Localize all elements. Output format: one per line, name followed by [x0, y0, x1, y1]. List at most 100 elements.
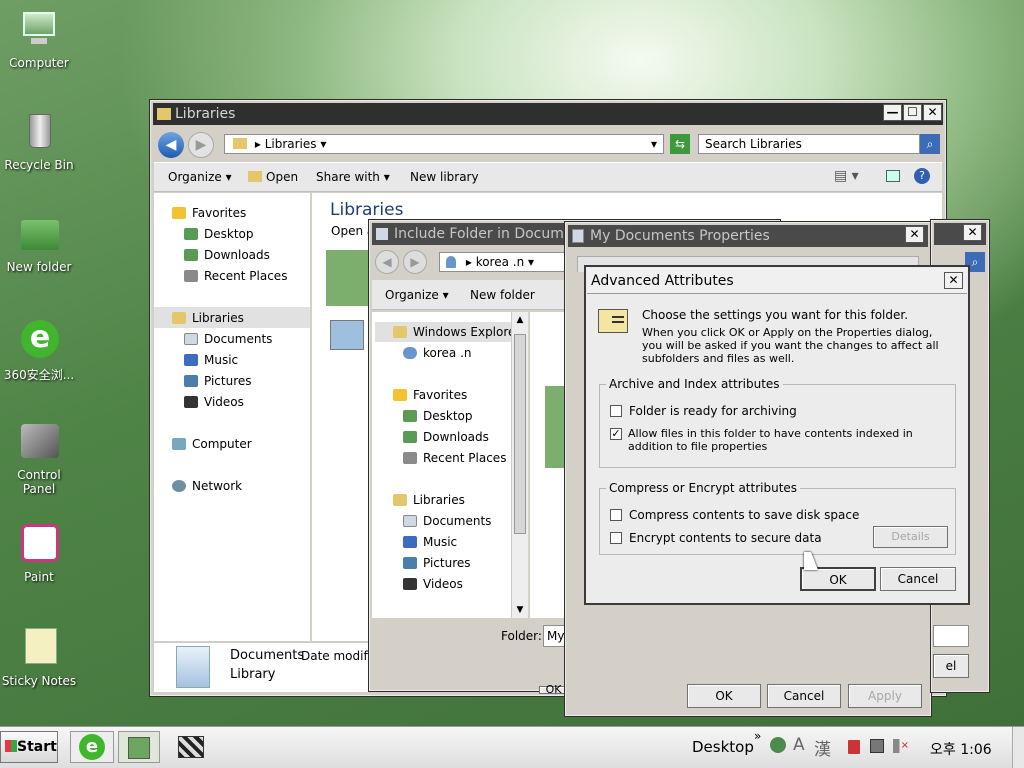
close-button[interactable]: ✕	[923, 104, 942, 121]
apply-button[interactable]: Apply	[848, 684, 922, 708]
tree-documents[interactable]: Documents	[403, 514, 491, 528]
forward-button[interactable]: ▶	[403, 250, 427, 274]
nav-recent-places[interactable]: Recent Places	[184, 269, 287, 283]
index-checkbox-row[interactable]: ✓ Allow files in this folder to have con…	[610, 427, 952, 453]
tree-favorites[interactable]: Favorites	[393, 388, 467, 402]
details-button[interactable]: Details	[873, 526, 948, 548]
ok-button[interactable]: OK	[800, 567, 876, 591]
nav-documents[interactable]: Documents	[184, 332, 272, 346]
help-icon[interactable]: ?	[914, 168, 930, 184]
explorer-title: Libraries	[175, 106, 236, 122]
tree-pictures[interactable]: Pictures	[403, 556, 471, 570]
desktop-icon-paint[interactable]: Paint	[0, 522, 78, 584]
open-button[interactable]: Open	[248, 170, 298, 184]
advanced-title-bar[interactable]: Advanced Attributes	[587, 268, 967, 294]
breadcrumb[interactable]: Libraries	[265, 137, 317, 151]
search-icon[interactable]: ⌕	[920, 134, 940, 154]
ime-mode-a[interactable]: A	[793, 735, 805, 755]
explorer-title-bar[interactable]: Libraries	[153, 103, 943, 125]
desktop-icon-recycle-bin[interactable]: Recycle Bin	[0, 110, 78, 172]
view-options-icon[interactable]: ▤ ▾	[834, 168, 859, 184]
desktop-icon-label: Control Panel	[17, 468, 61, 496]
ok-button[interactable]: OK	[687, 684, 761, 708]
tree-recent-places[interactable]: Recent Places	[403, 451, 506, 465]
archive-checkbox[interactable]	[610, 405, 622, 417]
desktop-icon-sticky-notes[interactable]: Sticky Notes	[0, 626, 78, 688]
address-dropdown-icon[interactable]: ▾	[651, 135, 657, 153]
share-with-button[interactable]: Share with ▾	[316, 170, 390, 184]
folder-label: Folder:	[501, 629, 542, 643]
chevron-down-icon: ▾	[320, 137, 327, 151]
language-icon[interactable]	[770, 737, 786, 753]
new-library-button[interactable]: New library	[410, 170, 479, 184]
documents-library-icon[interactable]	[326, 250, 370, 306]
desktop-icon-control-panel[interactable]: Control Panel	[0, 420, 78, 496]
action-center-icon[interactable]	[848, 740, 860, 754]
toolbar-chevron-icon[interactable]: »	[754, 729, 761, 743]
address-bar[interactable]: ▸ korea .n ▾	[439, 252, 569, 272]
ime-mode-hanja[interactable]: 漢	[814, 735, 831, 760]
taskbar-explorer-button[interactable]	[118, 731, 160, 763]
preview-pane-icon[interactable]	[886, 170, 900, 182]
index-checkbox[interactable]: ✓	[610, 428, 622, 440]
nav-music[interactable]: Music	[184, 353, 238, 367]
cancel-button[interactable]: Cancel	[880, 567, 956, 591]
nav-videos[interactable]: Videos	[184, 395, 244, 409]
tree-libraries[interactable]: Libraries	[393, 493, 465, 507]
tree-videos[interactable]: Videos	[403, 577, 463, 591]
tree-scrollbar[interactable]: ▲ ▼	[511, 312, 528, 618]
tree-windows-explorer[interactable]: Windows Explorer	[393, 325, 520, 339]
volume-muted-icon[interactable]: ×	[893, 739, 909, 753]
show-desktop-button[interactable]	[1012, 727, 1024, 768]
start-button[interactable]: Start	[0, 731, 58, 763]
new-folder-button[interactable]: New folder	[470, 288, 535, 302]
tree-music[interactable]: Music	[403, 535, 457, 549]
back-button[interactable]: ◀	[375, 250, 399, 274]
desktop-icon-new-folder[interactable]: New folder	[0, 212, 78, 274]
maximize-button[interactable]: ☐	[903, 104, 922, 121]
address-bar[interactable]: ▸ Libraries ▾ ▾	[224, 134, 664, 154]
pictures-library-icon[interactable]	[330, 320, 364, 350]
nav-computer[interactable]: Computer	[172, 437, 252, 451]
cancel-button[interactable]: Cancel	[767, 684, 841, 708]
desktop-toolbar[interactable]: Desktop	[692, 738, 754, 756]
close-button[interactable]: ✕	[944, 272, 963, 289]
nav-desktop[interactable]: Desktop	[184, 227, 254, 241]
network-icon	[172, 480, 186, 492]
compress-checkbox-row[interactable]: Compress contents to save disk space	[610, 508, 859, 522]
background-cancel-button[interactable]: el	[933, 654, 969, 678]
desktop-icon-label: Paint	[24, 570, 54, 584]
organize-button[interactable]: Organize ▾	[168, 170, 232, 184]
search-input[interactable]: Search Libraries	[698, 134, 920, 154]
close-button[interactable]: ✕	[963, 224, 982, 241]
close-button[interactable]: ✕	[905, 226, 924, 243]
network-tray-icon[interactable]	[870, 739, 884, 753]
background-input[interactable]	[933, 625, 969, 647]
encrypt-checkbox-row[interactable]: Encrypt contents to secure data	[610, 531, 822, 545]
desktop-icon-computer[interactable]: Computer	[0, 8, 78, 70]
nav-downloads[interactable]: Downloads	[184, 248, 270, 262]
browser-e-icon: e	[17, 318, 61, 362]
forward-button[interactable]: ▶	[188, 132, 214, 158]
properties-title-bar[interactable]: My Documents Properties	[568, 225, 928, 247]
taskbar-media-button[interactable]	[170, 731, 212, 763]
back-button[interactable]: ◀	[158, 132, 184, 158]
desktop-icon-360[interactable]: e 360安全浏...	[0, 318, 78, 383]
clock[interactable]: 오후 1:06	[930, 739, 992, 759]
sticky-notes-icon	[17, 626, 61, 670]
nav-libraries[interactable]: Libraries	[172, 311, 244, 325]
organize-button[interactable]: Organize ▾	[385, 288, 449, 302]
nav-pictures[interactable]: Pictures	[184, 374, 252, 388]
minimize-button[interactable]: —	[883, 104, 902, 121]
taskbar-browser-button[interactable]: e	[70, 731, 114, 763]
compress-checkbox[interactable]	[610, 509, 622, 521]
tree-korea[interactable]: korea .n	[403, 346, 472, 360]
tree-downloads[interactable]: Downloads	[403, 430, 489, 444]
documents-folder-thumbnail[interactable]	[545, 386, 566, 468]
tree-desktop[interactable]: Desktop	[403, 409, 473, 423]
nav-favorites[interactable]: Favorites	[172, 206, 246, 220]
archive-checkbox-row[interactable]: Folder is ready for archiving	[610, 404, 797, 418]
refresh-button[interactable]: ⇆	[670, 134, 690, 154]
nav-network[interactable]: Network	[172, 479, 242, 493]
encrypt-checkbox[interactable]	[610, 532, 622, 544]
